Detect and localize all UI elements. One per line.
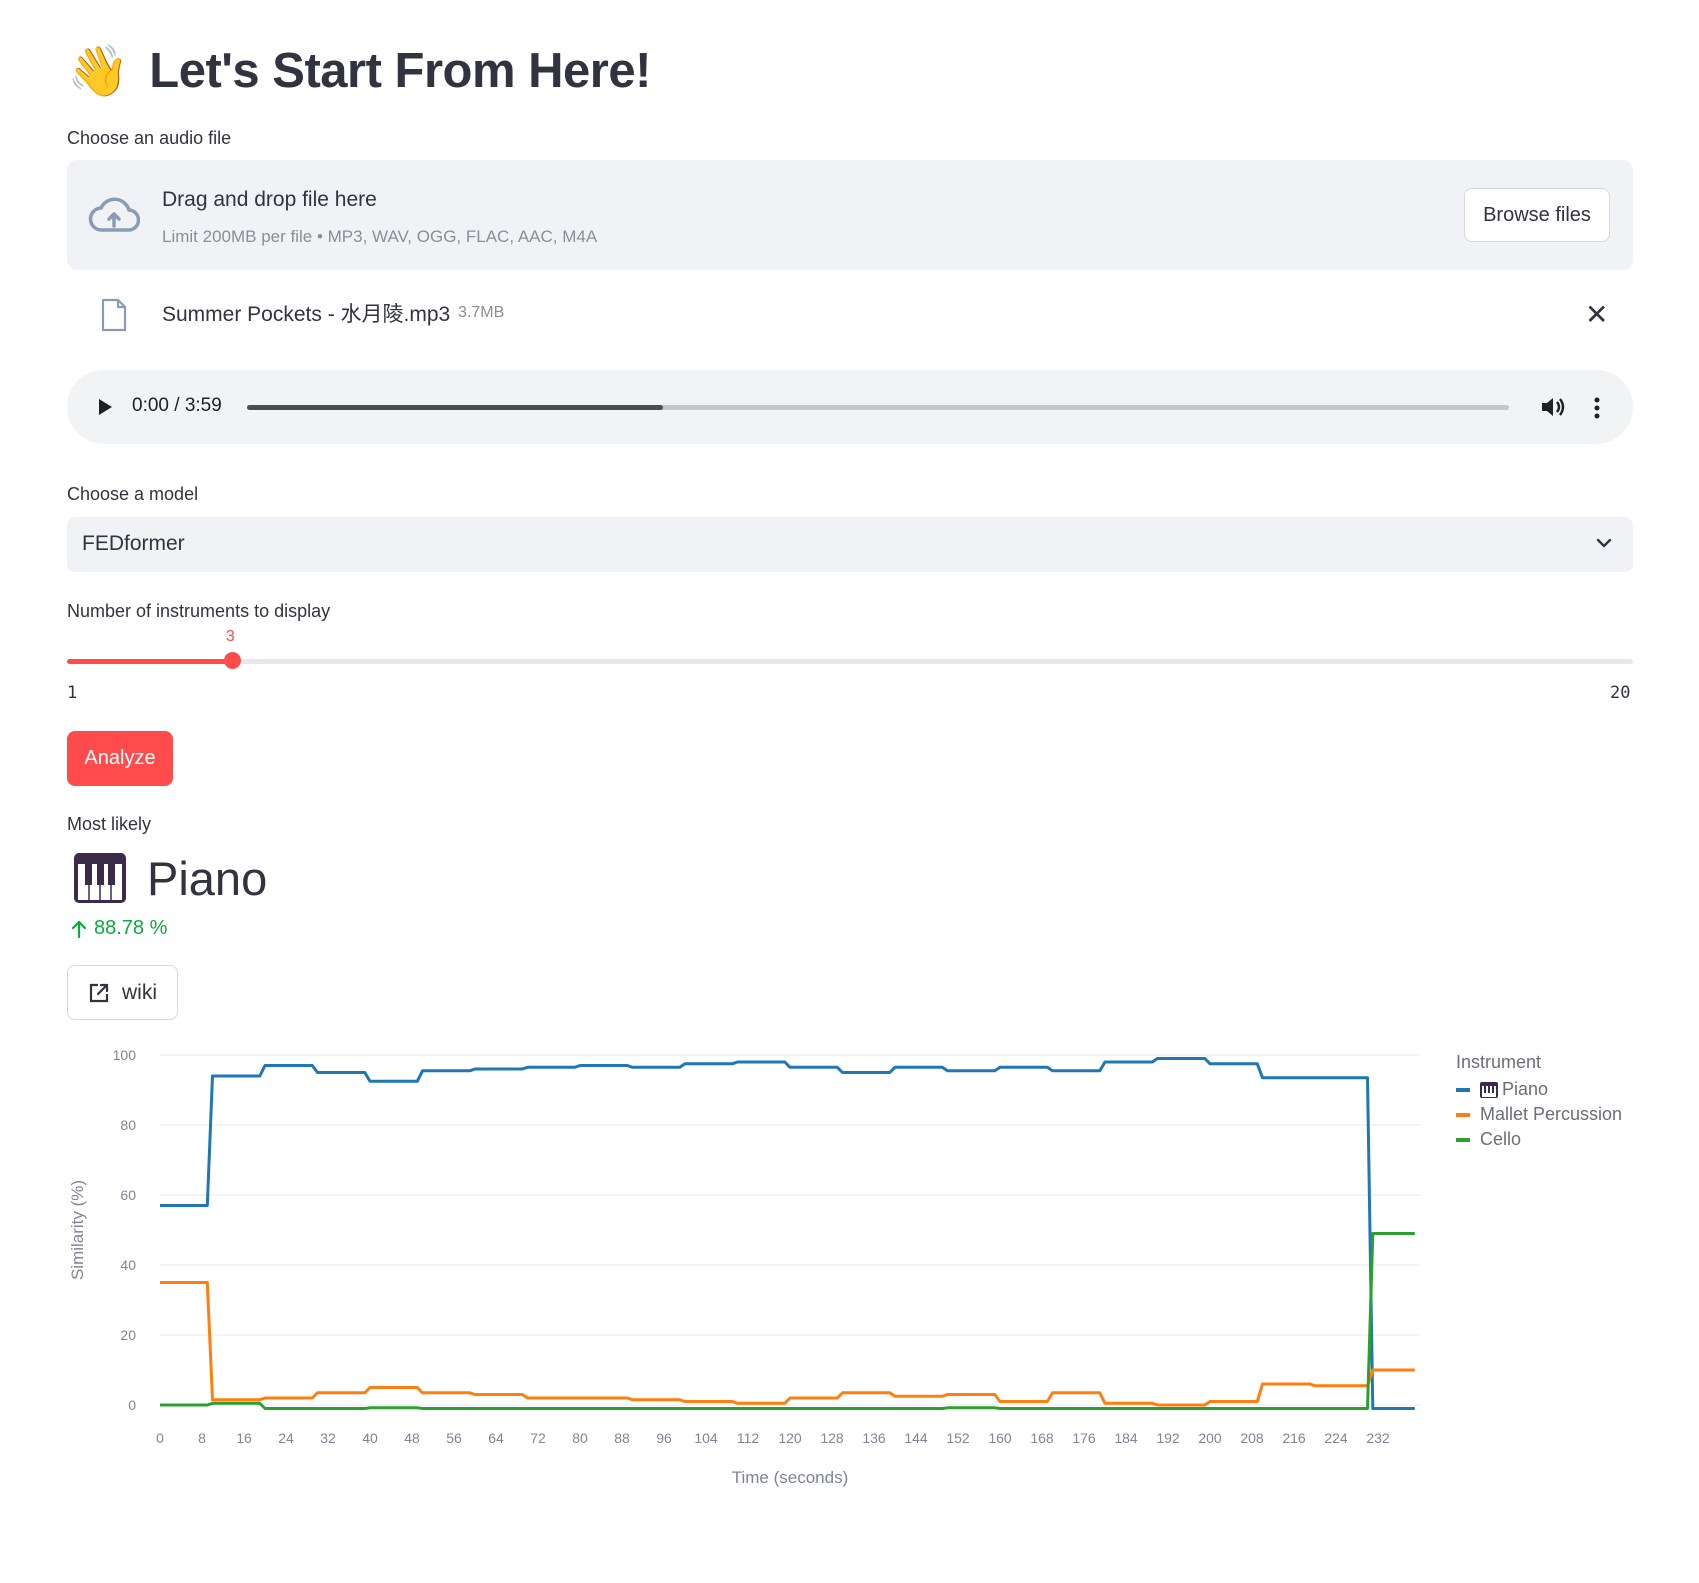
x-tick-label: 136 <box>862 1430 886 1446</box>
piano-icon <box>1480 1081 1498 1098</box>
legend-swatch <box>1456 1087 1470 1092</box>
model-selected-value: FEDformer <box>82 532 185 555</box>
slider-min: 1 <box>67 683 78 703</box>
chart-legend: Instrument Piano Mallet Percussion Cello <box>1456 1052 1622 1152</box>
metric-value: Piano <box>73 850 267 906</box>
close-icon[interactable]: ✕ <box>1585 301 1608 329</box>
legend-label: Cello <box>1480 1129 1522 1149</box>
x-tick-label: 144 <box>904 1430 928 1446</box>
x-axis-label: Time (seconds) <box>732 1468 849 1487</box>
audio-time: 0:00 / 3:59 <box>132 395 222 416</box>
y-tick-label: 0 <box>128 1397 136 1413</box>
uploader-label: Choose an audio file <box>67 128 232 148</box>
legend-title: Instrument <box>1456 1052 1542 1072</box>
play-icon[interactable] <box>96 397 114 417</box>
y-tick-label: 20 <box>120 1327 136 1343</box>
uploaded-file-name: Summer Pockets - 水月陵.mp3 <box>162 303 451 326</box>
slider-track[interactable] <box>67 659 1633 664</box>
dropzone-instruction: Drag and drop file here <box>162 188 377 211</box>
model-label: Choose a model <box>67 484 199 504</box>
x-tick-label: 232 <box>1366 1430 1390 1446</box>
x-tick-label: 72 <box>530 1430 546 1446</box>
external-link-icon <box>89 983 109 1002</box>
x-tick-label: 128 <box>820 1430 844 1446</box>
arrow-up-icon <box>71 920 87 938</box>
wiki-label: wiki <box>122 980 157 1004</box>
similarity-chart: 0 20 40 60 80 100 0 8 16 24 32 40 48 56 64 72 80 88 96 104 1… <box>68 1047 1420 1487</box>
more-options-icon[interactable] <box>1593 396 1601 420</box>
slider-thumb[interactable] <box>223 652 241 669</box>
browse-files-button[interactable]: Browse files <box>1464 188 1610 242</box>
x-tick-label: 64 <box>488 1430 504 1446</box>
x-tick-label: 168 <box>1030 1430 1054 1446</box>
x-tick-label: 192 <box>1156 1430 1180 1446</box>
uploaded-file-size: 3.7MB <box>458 304 505 321</box>
waving-hand-icon: 👋 <box>67 43 130 99</box>
x-tick-label: 224 <box>1324 1430 1348 1446</box>
x-tick-label: 0 <box>156 1430 164 1446</box>
metric-delta: 88.78 % <box>70 917 167 940</box>
piano-icon <box>74 853 126 903</box>
analyze-button[interactable]: Analyze <box>67 731 173 786</box>
slider-label: Number of instruments to display <box>67 601 331 621</box>
y-tick-label: 100 <box>113 1047 137 1063</box>
x-tick-label: 32 <box>320 1430 336 1446</box>
slider-max: 20 <box>1610 683 1631 703</box>
model-select[interactable] <box>67 517 1633 572</box>
chevron-down-icon <box>1596 538 1612 548</box>
x-tick-label: 112 <box>737 1430 760 1446</box>
legend-swatch <box>1456 1112 1470 1117</box>
metric-delta-text: 88.78 % <box>94 917 168 939</box>
legend-item-piano[interactable]: Piano <box>1456 1077 1622 1102</box>
legend-item-cello[interactable]: Cello <box>1456 1127 1622 1152</box>
x-tick-label: 176 <box>1072 1430 1096 1446</box>
file-dropzone[interactable] <box>67 160 1633 270</box>
x-tick-label: 96 <box>656 1430 672 1446</box>
dropzone-limit: Limit 200MB per file • MP3, WAV, OGG, FL… <box>162 227 598 246</box>
y-axis-label: Similarity (%) <box>68 1180 87 1280</box>
audio-progress-track[interactable] <box>247 405 1509 410</box>
legend-swatch <box>1456 1137 1470 1142</box>
x-tick-label: 152 <box>946 1430 970 1446</box>
x-tick-label: 80 <box>572 1430 588 1446</box>
x-tick-label: 8 <box>198 1430 206 1446</box>
x-tick-label: 56 <box>446 1430 462 1446</box>
x-tick-label: 48 <box>404 1430 420 1446</box>
x-tick-label: 120 <box>778 1430 802 1446</box>
volume-icon[interactable] <box>1540 395 1566 419</box>
x-tick-label: 216 <box>1282 1430 1306 1446</box>
metric-label: Most likely <box>67 814 152 834</box>
x-tick-label: 104 <box>694 1430 718 1446</box>
legend-label: Piano <box>1502 1079 1549 1099</box>
series-line-mallet-percussion <box>160 1281 1415 1407</box>
page-title: 👋 Let's Start From Here! <box>67 36 651 106</box>
x-tick-label: 208 <box>1240 1430 1264 1446</box>
slider-fill <box>67 659 232 664</box>
series-line-cello <box>160 1232 1415 1410</box>
x-tick-label: 40 <box>362 1430 378 1446</box>
x-tick-label: 16 <box>236 1430 252 1446</box>
file-icon <box>101 298 127 332</box>
y-tick-label: 60 <box>120 1187 136 1203</box>
audio-buffered-fill <box>247 405 664 410</box>
slider-value: 3 <box>225 628 235 645</box>
wiki-link-button[interactable]: wiki <box>67 965 178 1020</box>
x-tick-label: 24 <box>278 1430 294 1446</box>
x-tick-label: 160 <box>988 1430 1012 1446</box>
y-tick-label: 80 <box>120 1117 136 1133</box>
legend-label: Mallet Percussion <box>1480 1104 1623 1124</box>
metric-value-text: Piano <box>147 851 268 905</box>
x-tick-label: 88 <box>614 1430 630 1446</box>
x-tick-label: 184 <box>1114 1430 1138 1446</box>
x-tick-label: 200 <box>1198 1430 1222 1446</box>
cloud-upload-icon <box>88 197 140 232</box>
series-line-piano <box>160 1057 1415 1410</box>
page-title-text: Let's Start From Here! <box>149 44 651 98</box>
y-tick-label: 40 <box>120 1257 136 1273</box>
legend-item-mallet-percussion[interactable]: Mallet Percussion <box>1456 1102 1622 1127</box>
